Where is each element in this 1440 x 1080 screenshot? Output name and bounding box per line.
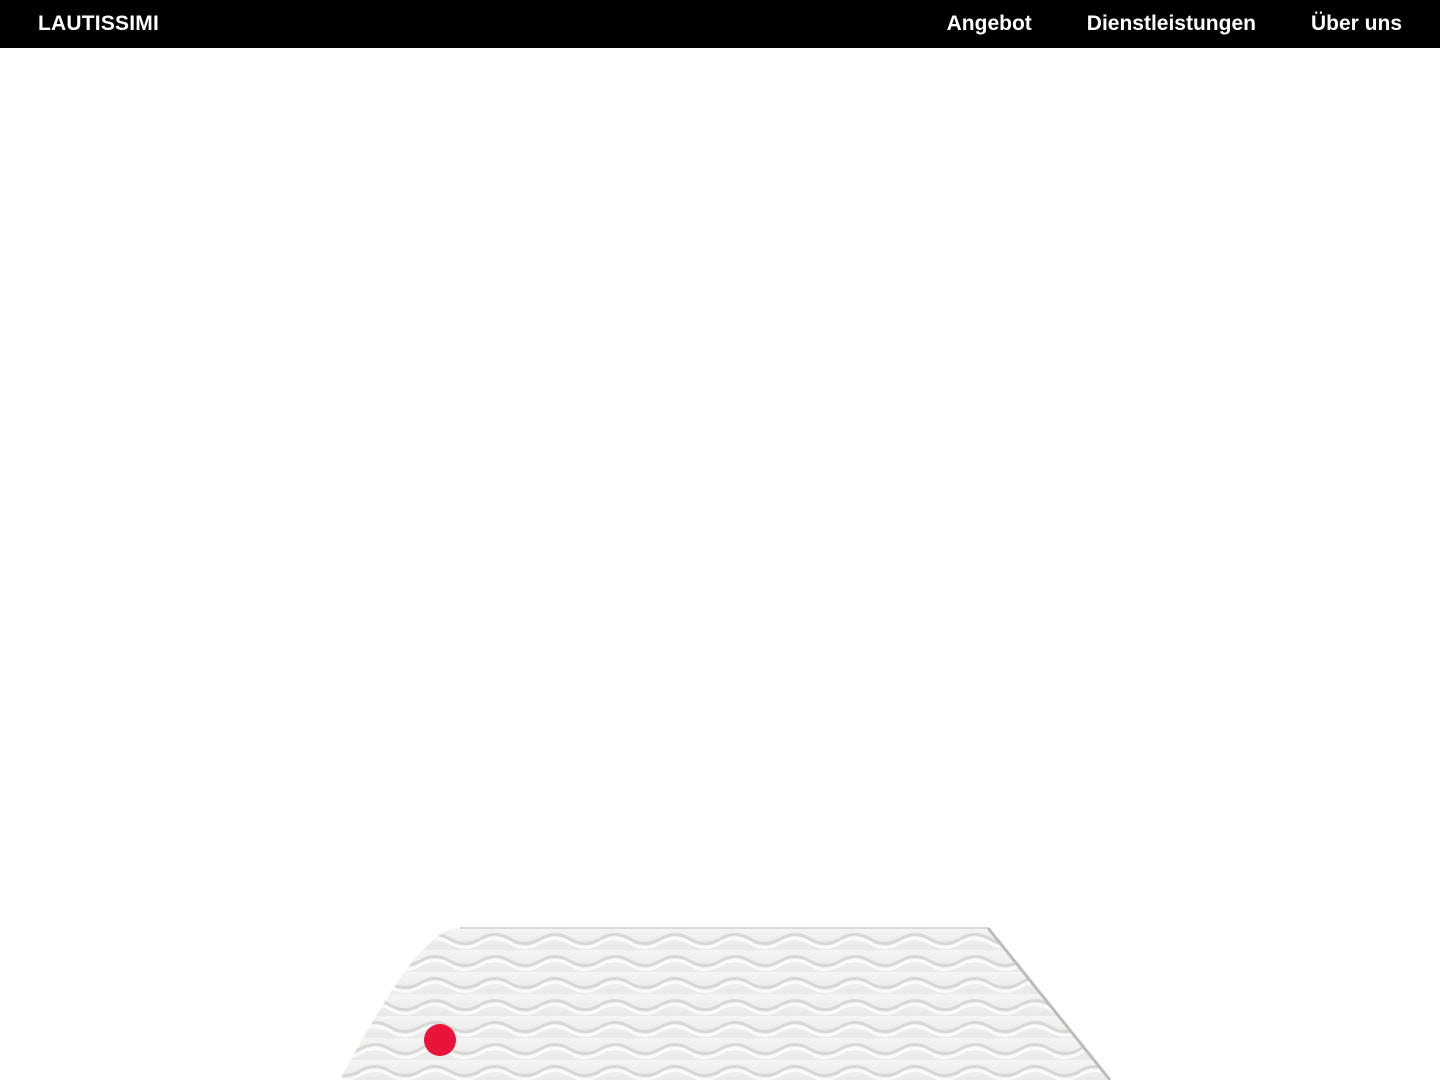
product-hotspot[interactable] [424,1024,456,1056]
nav-link-ueber-uns[interactable]: Über uns [1311,12,1402,36]
brand-logo-link[interactable]: LAUTISSIMI [38,12,159,36]
nav-link-dienstleistungen[interactable]: Dienstleistungen [1087,12,1256,36]
nav-link-angebot[interactable]: Angebot [947,12,1032,36]
hero-section [0,48,1440,1080]
main-navigation: Angebot Dienstleistungen Über uns [947,12,1402,36]
site-header: LAUTISSIMI Angebot Dienstleistungen Über… [0,0,1440,48]
mattress-image [340,927,1112,1080]
